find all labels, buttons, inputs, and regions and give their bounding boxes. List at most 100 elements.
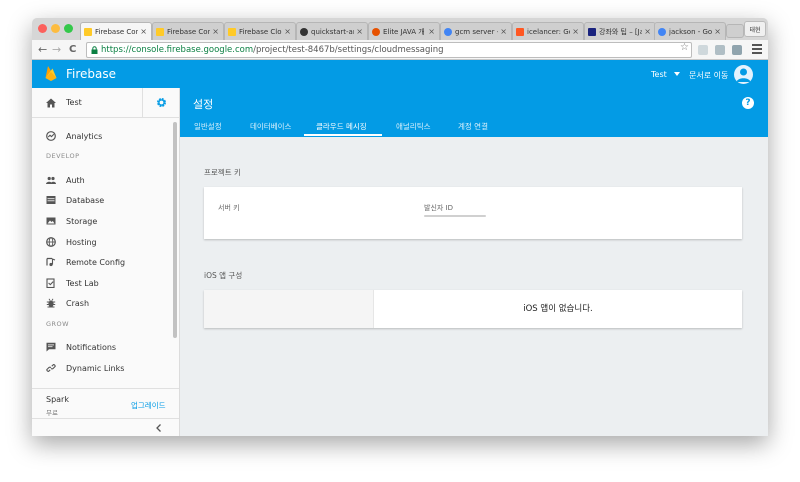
sidebar-item-analytics[interactable]: Analytics — [32, 126, 172, 146]
extension-icon[interactable] — [715, 45, 725, 55]
sidebar-item-label: Dynamic Links — [66, 363, 125, 373]
sidebar-item-database[interactable]: Database — [32, 190, 172, 210]
close-icon[interactable]: × — [140, 27, 147, 36]
project-keys-card: 서버 키 발신자 ID — [204, 187, 742, 239]
help-icon[interactable]: ? — [742, 97, 754, 109]
gear-icon — [156, 97, 167, 108]
sidebar-project-name: Test — [66, 98, 82, 107]
sidebar-scrollbar[interactable] — [173, 122, 177, 338]
bug-icon — [46, 298, 56, 308]
browser-tab[interactable]: Firebase Con × — [152, 22, 224, 40]
sidebar-item-crash[interactable]: Crash — [32, 293, 172, 313]
close-icon[interactable]: × — [428, 27, 435, 36]
window-zoom-button[interactable] — [64, 24, 73, 33]
chevron-left-icon[interactable] — [154, 423, 164, 433]
close-icon[interactable]: × — [284, 27, 291, 36]
browser-menu-icon[interactable] — [752, 44, 762, 55]
ios-app-list — [204, 290, 374, 328]
chevron-down-icon[interactable] — [674, 72, 680, 76]
sidebar-item-auth[interactable]: Auth — [32, 170, 172, 190]
upgrade-button[interactable]: 업그레이드 — [131, 400, 166, 411]
go-to-docs-link[interactable]: 문서로 이동 — [689, 70, 728, 81]
close-icon[interactable]: × — [644, 27, 651, 36]
tab-cloud-messaging[interactable]: 클라우드 메시징 — [316, 121, 367, 132]
close-icon[interactable]: × — [212, 27, 219, 36]
extension-icon[interactable] — [698, 45, 708, 55]
sidebar-item-label: Hosting — [66, 237, 97, 247]
reload-button[interactable]: C — [69, 43, 76, 57]
section-heading-grow: GROW — [46, 320, 70, 328]
window-minimize-button[interactable] — [51, 24, 60, 33]
brand-name[interactable]: Firebase — [66, 67, 116, 81]
people-icon — [46, 176, 56, 184]
sender-id-value[interactable] — [424, 215, 486, 217]
tab-database[interactable]: 데이터베이스 — [250, 121, 291, 132]
code-icon — [588, 27, 596, 36]
server-key-label: 서버 키 — [218, 204, 240, 212]
browser-tab[interactable]: jackson - Goo × — [654, 22, 726, 40]
browser-tab[interactable]: Elite JAVA 개 × — [368, 22, 440, 40]
browser-tab[interactable]: icelancer: Go × — [512, 22, 584, 40]
browser-tab[interactable]: quickstart-an × — [296, 22, 368, 40]
active-tab-indicator — [304, 134, 382, 136]
sidebar-item-storage[interactable]: Storage — [32, 211, 172, 231]
tab-analytics[interactable]: 애널리틱스 — [396, 121, 431, 132]
avatar[interactable] — [734, 65, 753, 84]
browser-tab[interactable]: gcm server - × — [440, 22, 512, 40]
account-icon — [736, 68, 751, 82]
firebase-logo-icon[interactable] — [45, 65, 57, 81]
tab-account-linking[interactable]: 계정 연결 — [458, 121, 488, 132]
sidebar-item-label: Test Lab — [66, 278, 99, 288]
section-heading-develop: DEVELOP — [46, 152, 80, 160]
profile-button[interactable]: 태현 — [744, 21, 766, 37]
ios-empty-message: iOS 앱이 없습니다. — [523, 304, 593, 314]
close-icon[interactable]: × — [714, 27, 721, 36]
tab-general[interactable]: 일반설정 — [194, 121, 222, 132]
sidebar-item-test-lab[interactable]: Test Lab — [32, 273, 172, 293]
extension-icon[interactable] — [732, 45, 742, 55]
project-selector[interactable]: Test — [651, 70, 667, 79]
sidebar-item-remote-config[interactable]: Remote Config — [32, 252, 172, 272]
plan-tier: 무료 — [46, 409, 58, 417]
tab-title: 강좌와 팁 – [Ja — [599, 27, 643, 36]
home-icon — [46, 98, 56, 108]
close-icon[interactable]: × — [356, 27, 363, 36]
test-lab-icon — [46, 278, 55, 288]
firebase-icon — [228, 27, 236, 36]
blogger-icon — [516, 27, 524, 36]
forward-button[interactable]: → — [52, 43, 61, 57]
sidebar-item-dynamic-links[interactable]: Dynamic Links — [32, 358, 172, 378]
notifications-icon — [46, 342, 56, 352]
sidebar-item-hosting[interactable]: Hosting — [32, 232, 172, 252]
back-button[interactable]: ← — [38, 43, 47, 57]
firebase-icon — [156, 27, 164, 36]
project-settings-button[interactable] — [142, 88, 179, 118]
firebase-icon — [84, 27, 92, 36]
browser-tab[interactable]: Firebase Clou × — [224, 22, 296, 40]
section-heading-project-keys: 프로젝트 키 — [204, 168, 241, 177]
window-close-button[interactable] — [38, 24, 47, 33]
sidebar-project-row[interactable]: Test — [32, 88, 179, 118]
bookmark-star-icon[interactable]: ☆ — [680, 42, 689, 53]
section-heading-ios-config: iOS 앱 구성 — [204, 271, 243, 280]
sidebar-collapse-bar — [32, 418, 179, 436]
close-icon[interactable]: × — [572, 27, 579, 36]
browser-tab[interactable]: 강좌와 팁 – [Ja × — [584, 22, 656, 40]
ios-config-card: iOS 앱이 없습니다. — [204, 290, 742, 328]
analytics-icon — [46, 131, 56, 141]
main-content: 프로젝트 키 서버 키 발신자 ID iOS 앱 구성 iOS 앱이 없습니다. — [180, 137, 768, 436]
firebase-header: Firebase Test 문서로 이동 — [32, 60, 768, 88]
sidebar-item-notifications[interactable]: Notifications — [32, 337, 172, 357]
tab-title: quickstart-an — [311, 27, 355, 36]
sidebar-item-label: Crash — [66, 298, 90, 308]
sidebar-item-label: Notifications — [66, 342, 117, 352]
github-icon — [300, 27, 308, 36]
address-bar[interactable]: https://console.firebase.google.com/proj… — [86, 42, 692, 58]
google-icon — [658, 27, 666, 36]
browser-tab[interactable]: Firebase Con × — [80, 22, 152, 40]
new-tab-button[interactable] — [726, 24, 744, 38]
storage-icon — [46, 217, 56, 225]
globe-icon — [46, 237, 56, 247]
sidebar-item-label: Storage — [66, 216, 98, 226]
close-icon[interactable]: × — [500, 27, 507, 36]
